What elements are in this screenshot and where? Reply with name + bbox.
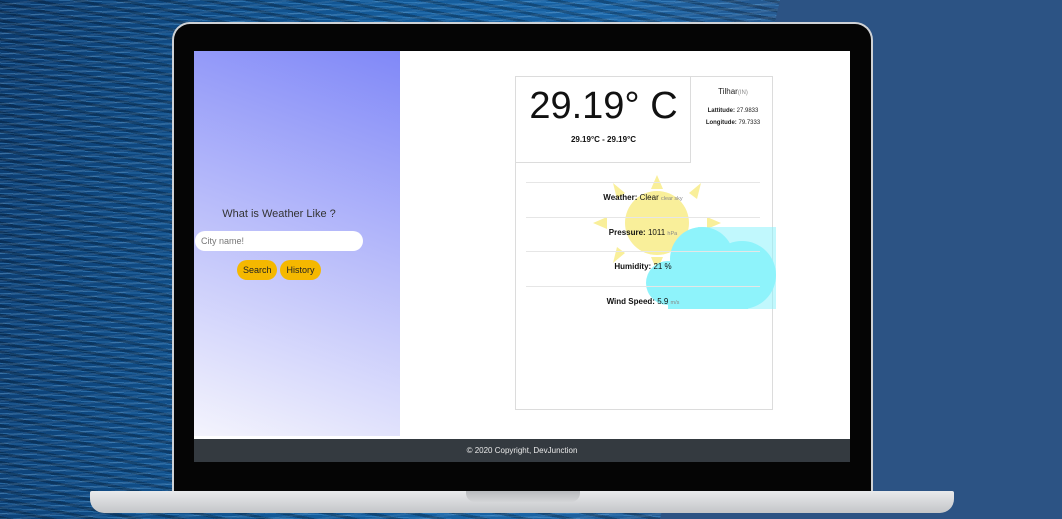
wind-speed-value: 5.9: [657, 297, 669, 306]
weather-condition-row: Weather: Clear clear sky: [526, 182, 760, 217]
weather-card: 29.19° C 29.19°C - 29.19°C Tilhar(IN) La…: [515, 76, 776, 410]
laptop-notch: [466, 491, 580, 502]
search-panel-title: What is Weather Like ?: [222, 208, 336, 220]
location-box: Tilhar(IN) Lattitude: 27.9833 Longitude:…: [692, 77, 774, 137]
history-button[interactable]: History: [280, 260, 321, 280]
humidity-value: 21 %: [653, 262, 672, 271]
longitude: Longitude: 79.7333: [692, 120, 774, 126]
pressure-unit: hPa: [667, 231, 678, 237]
copyright-text: © 2020 Copyright, DevJunction: [466, 446, 578, 455]
search-button[interactable]: Search: [237, 260, 277, 280]
weather-condition-label: Weather:: [603, 193, 638, 202]
wind-speed-label: Wind Speed:: [606, 297, 655, 306]
humidity-row: Humidity: 21 %: [526, 251, 760, 286]
pressure-label: Pressure:: [608, 228, 646, 237]
city-label: Tilhar: [718, 87, 738, 96]
longitude-label: Longitude:: [705, 120, 737, 126]
temperature-range: 29.19°C - 29.19°C: [570, 135, 637, 144]
pressure-value: 1011: [647, 228, 666, 237]
latitude: Lattitude: 27.9833: [692, 108, 774, 114]
latitude-value: 27.9833: [736, 108, 759, 114]
wind-speed-unit: m/s: [670, 300, 680, 306]
city-name: Tilhar(IN): [692, 87, 774, 96]
weather-condition-value: Clear: [639, 193, 659, 202]
wind-speed-row: Wind Speed: 5.9 m/s: [526, 286, 760, 321]
humidity-label: Humidity:: [614, 262, 652, 271]
country-code: (IN): [737, 90, 748, 96]
longitude-value: 79.7333: [738, 120, 761, 126]
latitude-label: Lattitude:: [707, 108, 735, 114]
current-temperature: 29.19° C: [529, 85, 678, 127]
search-panel: What is Weather Like ? Search History: [194, 51, 400, 436]
weather-condition-detail: clear sky: [660, 196, 683, 202]
footer: © 2020 Copyright, DevJunction: [194, 439, 850, 462]
app-screen: What is Weather Like ? Search History: [194, 51, 850, 462]
temperature-box: 29.19° C 29.19°C - 29.19°C: [516, 77, 691, 163]
pressure-row: Pressure: 1011 hPa: [526, 217, 760, 252]
city-search-input[interactable]: [195, 231, 363, 251]
